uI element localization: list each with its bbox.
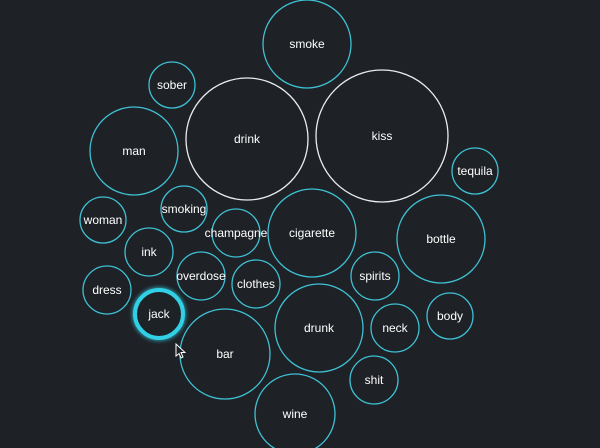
bubble-circle[interactable]	[451, 147, 499, 195]
bubble-circle[interactable]	[211, 208, 261, 258]
bubble-circle[interactable]	[82, 265, 132, 315]
bubble-canvas: smoke soberdrink kiss man tequila woman smokin…	[79, 0, 499, 448]
bubble-circle[interactable]	[370, 303, 420, 353]
bubble-circle[interactable]	[79, 196, 127, 244]
bubble-sober[interactable]: sober	[148, 61, 196, 109]
bubble-body[interactable]: body	[426, 292, 474, 340]
bubble-woman[interactable]: woman	[79, 196, 127, 244]
bubble-shit[interactable]: shit	[349, 355, 399, 405]
bubble-circle[interactable]	[350, 251, 400, 301]
bubble-bottle[interactable]: bottle	[396, 194, 486, 284]
bubble-circle[interactable]	[315, 69, 449, 203]
bubble-ink[interactable]: ink	[124, 227, 174, 277]
bubble-circle[interactable]	[133, 288, 185, 340]
bubble-circle[interactable]	[89, 106, 179, 196]
bubble-circle[interactable]	[254, 373, 336, 448]
bubble-man[interactable]: man	[89, 106, 179, 196]
bubble-spirits[interactable]: spirits	[350, 251, 400, 301]
bubble-circle[interactable]	[349, 355, 399, 405]
bubble-cloud: smoke sober drink kiss man tequila woman smokin…	[0, 0, 600, 448]
bubble-drunk[interactable]: drunk	[274, 283, 364, 373]
bubble-champagne[interactable]: champagne	[205, 208, 268, 258]
bubble-circle[interactable]	[148, 61, 196, 109]
bubble-smoke[interactable]: smoke	[262, 0, 352, 89]
bubble-dress[interactable]: dress	[82, 265, 132, 315]
bubble-circle[interactable]	[262, 0, 352, 89]
bubble-overdose[interactable]: overdose	[176, 251, 226, 301]
bubble-circle[interactable]	[267, 188, 357, 278]
bubble-circle[interactable]	[396, 194, 486, 284]
bubble-smoking[interactable]: smoking	[160, 185, 208, 233]
bubble-neck[interactable]: neck	[370, 303, 420, 353]
bubble-circle[interactable]	[231, 259, 281, 309]
bubble-kiss[interactable]: kiss	[315, 69, 449, 203]
bubble-circle[interactable]	[176, 251, 226, 301]
bubble-tequila[interactable]: tequila	[451, 147, 499, 195]
bubble-cigarette[interactable]: cigarette	[267, 188, 357, 278]
bubble-circle[interactable]	[274, 283, 364, 373]
bubble-clothes[interactable]: clothes	[231, 259, 281, 309]
bubble-wine[interactable]: wine	[254, 373, 336, 448]
bubble-circle[interactable]	[426, 292, 474, 340]
bubble-drink[interactable]: drink	[185, 77, 309, 201]
bubble-bar[interactable]: bar	[179, 308, 271, 400]
bubble-circle[interactable]	[179, 308, 271, 400]
bubble-circle[interactable]	[160, 185, 208, 233]
bubble-circle[interactable]	[185, 77, 309, 201]
bubble-jack[interactable]: jack	[133, 288, 185, 340]
bubble-circle[interactable]	[124, 227, 174, 277]
